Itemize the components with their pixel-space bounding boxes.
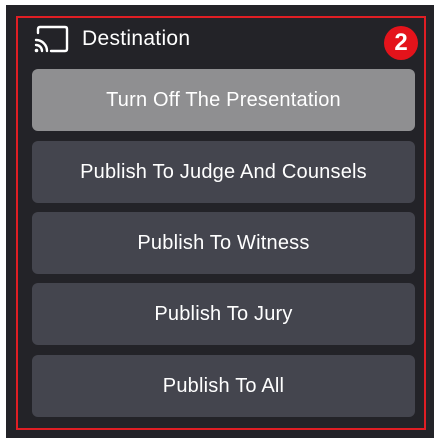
turn-off-presentation-button[interactable]: Turn Off The Presentation xyxy=(32,69,415,131)
publish-to-jury-button[interactable]: Publish To Jury xyxy=(32,283,415,345)
destination-header: Destination xyxy=(32,22,190,56)
publish-to-all-button[interactable]: Publish To All xyxy=(32,355,415,417)
publish-to-judge-and-counsels-button[interactable]: Publish To Judge And Counsels xyxy=(32,141,415,203)
destination-title: Destination xyxy=(82,27,191,50)
cast-icon xyxy=(32,24,70,54)
publish-to-witness-button[interactable]: Publish To Witness xyxy=(32,212,415,274)
step-number-badge: 2 xyxy=(384,26,418,60)
